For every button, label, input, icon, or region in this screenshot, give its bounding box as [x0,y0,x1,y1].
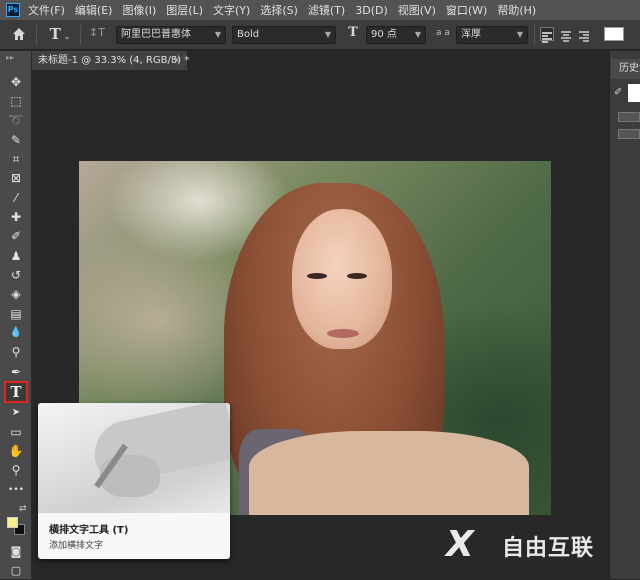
history-panel-tab[interactable]: 历史记 [611,59,640,79]
menu-select[interactable]: 选择(S) [260,2,298,18]
history-state-row[interactable] [618,112,640,122]
lasso-tool-icon[interactable]: ➰ [5,111,27,129]
rectangle-tool-icon[interactable]: ▭ [5,423,27,441]
font-size-value: 90 点 [371,29,397,40]
history-panel: 历史记 ✐ [609,51,640,579]
panel-grip-icon[interactable]: ▸▸ [6,53,14,62]
antialias-value: 浑厚 [461,29,481,40]
text-color-swatch[interactable] [604,27,624,41]
close-icon[interactable]: × [173,51,181,70]
document-tab-bar: 未标题-1 @ 33.3% (4, RGB/8) * × [32,51,608,70]
blur-tool-icon[interactable]: 💧 [5,324,27,342]
tooltip-description: 添加横排文字 [49,541,104,551]
font-family-select[interactable]: 阿里巴巴普惠体 ▼ [116,26,226,44]
menu-view[interactable]: 视图(V) [398,2,436,18]
photo-lips [327,329,359,338]
menu-window[interactable]: 窗口(W) [446,2,487,18]
menu-bar: Ps 文件(F) 编辑(E) 图像(I) 图层(L) 文字(Y) 选择(S) 滤… [0,0,640,20]
photo-face [292,209,392,349]
crop-tool-icon[interactable]: ⌗ [5,150,27,168]
photo-eye-left [307,273,327,279]
text-tool-preset-icon[interactable]: T ⌄ [46,25,74,43]
font-size-select[interactable]: 90 点 ▼ [366,26,426,44]
eyedropper-tool-icon[interactable]: ⁄ [5,189,27,207]
document-tab[interactable]: 未标题-1 @ 33.3% (4, RGB/8) * × [32,51,190,70]
healing-brush-tool-icon[interactable]: ✚ [5,208,27,226]
marquee-tool-icon[interactable]: ⬚ [5,92,27,110]
history-brush-tool-icon[interactable]: ↺ [5,266,27,284]
pen-tool-icon[interactable]: ✒ [5,363,27,381]
foreground-color-swatch[interactable] [7,517,18,528]
text-orientation-icon[interactable]: ↕T [86,26,108,39]
menu-type[interactable]: 文字(Y) [213,2,250,18]
menu-help[interactable]: 帮助(H) [497,2,536,18]
zoom-tool-icon[interactable]: ⚲ [5,461,27,479]
tools-panel: ▸▸ ✥ ⬚ ➰ ✎ ⌗ ⊠ ⁄ ✚ ✐ ♟ ↺ ◈ ▤ 💧 ⚲ ✒ T ➤ ▭… [0,51,32,579]
dodge-tool-icon[interactable]: ⚲ [5,343,27,361]
font-style-select[interactable]: Bold ▼ [232,26,336,44]
font-size-glyph: T [348,25,358,40]
antialias-icon: a a [436,28,450,38]
text-tool-icon[interactable]: T [4,381,28,403]
align-left-button[interactable] [540,27,554,43]
tool-tooltip: 横排文字工具 (T) 添加横排文字 [38,403,230,559]
menu-layer[interactable]: 图层(L) [166,2,203,18]
home-icon[interactable] [10,26,28,44]
menu-edit[interactable]: 编辑(E) [75,2,113,18]
brush-tool-icon[interactable]: ✐ [5,227,27,245]
align-right-icon [579,31,589,42]
watermark: X 自由互联 [440,522,640,570]
menu-3d[interactable]: 3D(D) [355,4,388,17]
watermark-text: 自由互联 [502,536,595,561]
menu-filter[interactable]: 滤镜(T) [308,2,345,18]
quick-mask-icon[interactable]: ◙ [5,543,27,561]
tooltip-title: 横排文字工具 (T) [49,525,129,536]
text-tool-preset-glyph: T [49,25,61,43]
clone-stamp-tool-icon[interactable]: ♟ [5,247,27,265]
gradient-tool-icon[interactable]: ▤ [5,305,27,323]
font-family-value: 阿里巴巴普惠体 [121,29,191,40]
align-center-button[interactable] [560,27,574,42]
move-tool-icon[interactable]: ✥ [5,73,27,91]
screen-mode-icon[interactable]: ▢ [5,562,27,580]
swap-colors-icon[interactable]: ⇄ [19,504,27,514]
align-left-icon [542,32,552,43]
document-tab-title: 未标题-1 @ 33.3% (4, RGB/8) * [38,55,190,66]
menu-file[interactable]: 文件(F) [28,2,65,18]
hand-tool-icon[interactable]: ✋ [5,442,27,460]
font-style-value: Bold [237,29,260,40]
font-size-icon: T [344,25,362,40]
photoshop-logo: Ps [6,3,20,17]
tooltip-preview-image [38,403,230,513]
history-state-row[interactable] [618,129,640,139]
photo-eye-right [347,273,367,279]
chevron-down-icon: ▼ [516,30,523,39]
watermark-logo: X [446,524,474,565]
align-center-icon [561,31,571,42]
menu-image[interactable]: 图像(I) [122,2,156,18]
frame-tool-icon[interactable]: ⊠ [5,169,27,187]
more-tools-icon[interactable]: ••• [5,481,27,499]
options-bar: T ⌄ ↕T 阿里巴巴普惠体 ▼ Bold ▼ T 90 点 ▼ a a 浑厚 ▼ [0,20,640,50]
eraser-tool-icon[interactable]: ◈ [5,285,27,303]
antialias-select[interactable]: 浑厚 ▼ [456,26,528,44]
photo-shirt [249,431,529,515]
history-snapshot-thumb[interactable] [628,84,640,102]
chevron-down-icon: ▼ [214,30,221,39]
path-selection-tool-icon[interactable]: ➤ [5,404,27,422]
align-right-button[interactable] [578,27,592,42]
history-brush-icon[interactable]: ✐ [614,87,622,98]
chevron-down-icon: ▼ [324,30,331,39]
chevron-down-icon: ▼ [414,30,421,39]
magic-wand-tool-icon[interactable]: ✎ [5,131,27,149]
